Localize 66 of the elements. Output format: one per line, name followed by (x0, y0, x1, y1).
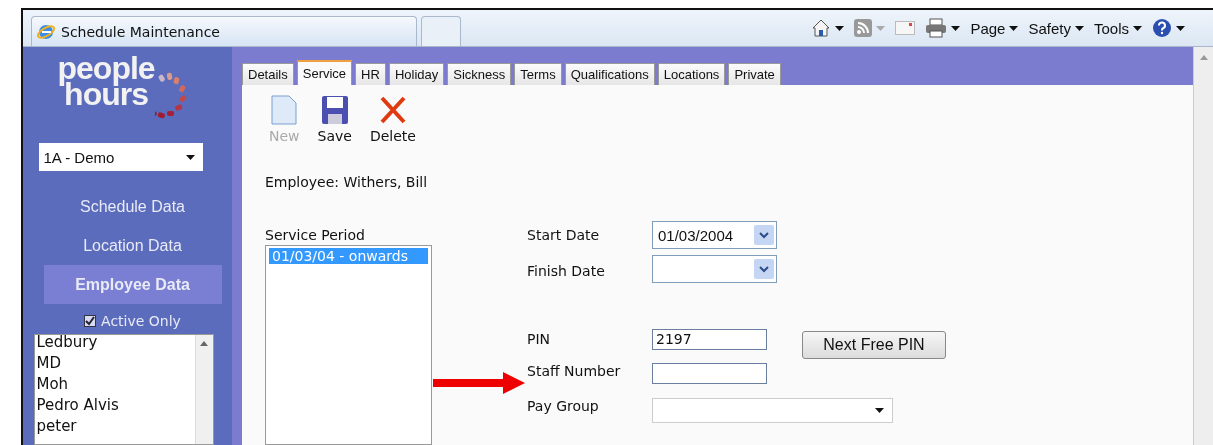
scroll-up-icon[interactable] (1199, 55, 1208, 60)
employee-item[interactable]: Pedro Alvis (36, 395, 195, 416)
date-field[interactable] (652, 255, 777, 283)
next-free-pin-button[interactable]: Next Free PIN (802, 331, 946, 359)
nav-item[interactable]: Schedule Data (43, 187, 222, 226)
caret-icon (1176, 25, 1185, 31)
feed-icon (854, 19, 873, 37)
menu-button[interactable]: Page (970, 19, 1019, 37)
arrow-icon (433, 372, 525, 394)
employee-list[interactable]: Ledbury MD Moh Pedro Alvis peter (33, 334, 214, 445)
logo: people hours (57, 55, 208, 143)
tab[interactable]: Locations (657, 63, 726, 85)
home-icon (811, 18, 832, 38)
field-label: Pay Group (527, 398, 600, 416)
caret-icon (1009, 25, 1019, 31)
caret-icon (835, 25, 845, 31)
printer-icon (925, 18, 948, 38)
tab[interactable]: Details (242, 63, 294, 85)
caret-icon (1133, 25, 1142, 31)
scrollbar[interactable] (1193, 47, 1213, 445)
scrollbar[interactable] (194, 335, 213, 444)
dropdown-button[interactable] (754, 225, 774, 245)
save-button[interactable]: Save (317, 95, 352, 144)
browser-tab[interactable]: Schedule Maintenance (31, 16, 417, 46)
tab[interactable]: HR (355, 63, 386, 85)
nav-item[interactable]: Location Data (43, 226, 222, 265)
print-button[interactable] (925, 18, 961, 38)
employee-item[interactable]: peter (36, 416, 195, 437)
employee-name: Employee: Withers, Bill (265, 174, 429, 190)
home-button[interactable] (811, 18, 845, 38)
tab[interactable]: Private (728, 63, 781, 85)
menu-button[interactable]: Safety (1028, 19, 1084, 37)
date-field[interactable]: 01/03/2004 (652, 221, 777, 249)
field-label: Staff Number (527, 363, 622, 381)
tab[interactable]: Holiday (388, 63, 445, 85)
tab[interactable]: Qualifications (564, 63, 655, 85)
employee-item[interactable]: Moh (36, 374, 195, 395)
menu-button[interactable]: Tools (1093, 19, 1142, 37)
delete-button[interactable]: Delete (369, 95, 416, 144)
caret-icon (876, 25, 886, 31)
checkmark-icon (85, 316, 96, 326)
caret-icon (875, 408, 884, 413)
tab[interactable]: Terms (514, 63, 562, 85)
employee-item[interactable]: MD (36, 353, 195, 374)
tab[interactable]: Sickness (447, 63, 512, 85)
scroll-up-icon[interactable] (200, 341, 208, 346)
delete-icon (378, 95, 407, 125)
dropdown-button[interactable] (754, 259, 774, 279)
caret-icon (951, 25, 961, 31)
help-icon (1152, 18, 1172, 38)
company-select[interactable]: 1A - Demo (38, 143, 203, 171)
active-only-checkbox[interactable]: Active Only (84, 310, 181, 332)
caret-icon (185, 154, 195, 160)
field-label: Start Date (527, 227, 601, 245)
caret-icon (1074, 25, 1084, 31)
help-button[interactable] (1152, 18, 1185, 38)
document-icon (271, 95, 298, 125)
employee-item[interactable]: Ledbury (36, 332, 195, 353)
input-field[interactable]: 2197 (652, 329, 767, 350)
input-field[interactable] (652, 363, 767, 384)
field-label: Finish Date (527, 263, 606, 281)
tab[interactable]: Service (296, 60, 353, 85)
field-label: Service Period (265, 227, 366, 245)
field-label: PIN (527, 331, 552, 349)
envelope-icon (895, 21, 916, 35)
browser-logo-icon (37, 22, 55, 41)
